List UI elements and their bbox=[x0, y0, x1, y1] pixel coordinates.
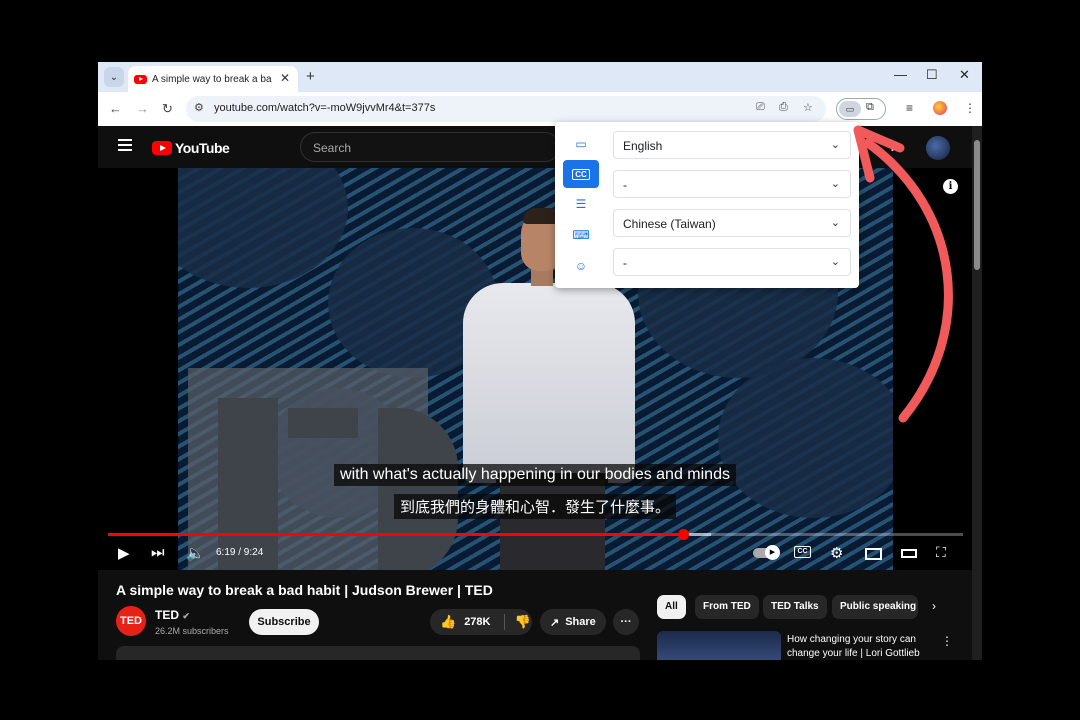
cast-icon[interactable]: ⎚ bbox=[756, 101, 765, 114]
subscriber-count: 26.2M subscribers bbox=[155, 626, 229, 636]
recommendation-title[interactable]: How changing your story can change your … bbox=[787, 633, 937, 660]
browser-menu-icon[interactable]: ⋮ bbox=[964, 101, 976, 115]
extension-button-group: ▭ ⧉ bbox=[836, 98, 886, 120]
address-bar[interactable]: ⚙ youtube.com/watch?v=-moW9jvvMr4&t=377s… bbox=[186, 96, 826, 122]
description-box[interactable] bbox=[116, 646, 640, 660]
url-text: youtube.com/watch?v=-moW9jvvMr4&t=377s bbox=[214, 102, 436, 114]
chevron-down-icon: ⌄ bbox=[830, 139, 840, 151]
time-display: 6:19 / 9:24 bbox=[216, 547, 264, 558]
youtube-avatar[interactable] bbox=[926, 136, 950, 160]
forward-icon[interactable]: → bbox=[136, 101, 149, 116]
chevron-down-icon: ⌄ bbox=[830, 256, 840, 268]
miniplayer-icon[interactable] bbox=[865, 548, 882, 560]
share-button[interactable]: ↗ Share bbox=[540, 609, 606, 635]
tab-title: A simple way to break a bad habit | Juds… bbox=[152, 73, 272, 85]
video-title: A simple way to break a bad habit | Juds… bbox=[116, 582, 493, 598]
person-icon[interactable]: ☺ bbox=[563, 252, 599, 280]
bookmark-star-icon[interactable]: ☆ bbox=[803, 101, 813, 114]
progress-bar[interactable] bbox=[108, 529, 963, 540]
back-icon[interactable]: ← bbox=[109, 101, 122, 116]
extensions-puzzle-icon[interactable]: ⧉ bbox=[866, 101, 874, 114]
reading-list-icon[interactable]: ≡ bbox=[906, 101, 913, 115]
cc-button[interactable]: CC bbox=[794, 546, 811, 558]
browser-window: ⌄ A simple way to break a bad habit | Ju… bbox=[98, 62, 982, 660]
channel-avatar[interactable]: TED bbox=[116, 606, 146, 636]
browser-tab[interactable]: A simple way to break a bad habit | Juds… bbox=[128, 66, 298, 92]
site-info-icon[interactable]: ⚙ bbox=[194, 101, 204, 114]
recommendation-thumbnail[interactable] bbox=[657, 631, 781, 660]
share-icon: ↗ bbox=[550, 616, 560, 629]
fullscreen-icon[interactable]: ⛶ bbox=[936, 544, 946, 561]
youtube-logo[interactable]: YouTube bbox=[152, 140, 230, 156]
subtitle-extension-popup: ▭ CC ☰ ⌨ ☺ English ⌄ - ⌄ Chinese (Taiwan) ⌄… bbox=[555, 122, 859, 288]
sliders-icon[interactable]: ☰ bbox=[563, 190, 599, 218]
chevron-down-icon: ⌄ bbox=[830, 217, 840, 229]
progress-scrubber[interactable] bbox=[677, 529, 689, 540]
more-actions-button[interactable]: ··· bbox=[613, 609, 639, 635]
notifications-bell-icon[interactable]: ♪ bbox=[890, 138, 897, 154]
secondary-language-select[interactable]: Chinese (Taiwan) ⌄ bbox=[613, 209, 851, 237]
chip-from-ted[interactable]: From TED bbox=[695, 595, 759, 619]
search-input[interactable]: Search bbox=[300, 132, 560, 162]
minimize-button[interactable]: — bbox=[894, 67, 907, 82]
primary-variant-select[interactable]: - ⌄ bbox=[613, 170, 851, 198]
info-icon[interactable]: i bbox=[943, 179, 958, 194]
cc-icon[interactable]: CC bbox=[563, 160, 599, 188]
close-window-button[interactable]: ✕ bbox=[959, 67, 970, 83]
verified-icon: ✔ bbox=[182, 611, 190, 621]
tab-search-icon[interactable]: ⌄ bbox=[104, 67, 124, 87]
chevron-down-icon: ⌄ bbox=[830, 178, 840, 190]
speaker bbox=[463, 283, 635, 483]
profile-avatar-icon[interactable] bbox=[933, 101, 947, 115]
tab-strip: ⌄ A simple way to break a bad habit | Ju… bbox=[98, 62, 982, 92]
page-scrollbar[interactable] bbox=[972, 126, 982, 660]
channel-name[interactable]: TED ✔ bbox=[155, 608, 190, 622]
subtitle-chinese: 到底我們的身體和心智．發生了什麼事。 bbox=[393, 494, 676, 519]
primary-language-select[interactable]: English ⌄ bbox=[613, 131, 851, 159]
recommendation-menu-icon[interactable]: ⋮ bbox=[941, 634, 953, 648]
browser-toolbar: ← → ↻ ⚙ youtube.com/watch?v=-moW9jvvMr4&… bbox=[98, 92, 982, 126]
progress-played bbox=[108, 533, 683, 536]
tab-close-icon[interactable]: ✕ bbox=[280, 71, 290, 85]
like-icon[interactable]: 👍 bbox=[440, 614, 456, 630]
new-tab-button[interactable]: + bbox=[306, 68, 315, 85]
keyboard-icon[interactable]: ⌨ bbox=[563, 221, 599, 249]
translate-icon[interactable]: ⎙ bbox=[779, 101, 788, 114]
play-icon[interactable]: ▶ bbox=[118, 544, 130, 562]
subtitles-icon[interactable]: ▭ bbox=[563, 130, 599, 158]
chip-all[interactable]: All bbox=[657, 595, 686, 619]
hamburger-menu-icon[interactable] bbox=[118, 139, 132, 154]
volume-icon[interactable]: 🔈 bbox=[186, 544, 205, 562]
secondary-variant-select[interactable]: - ⌄ bbox=[613, 248, 851, 276]
like-dislike-group: 👍 278K 👎 bbox=[430, 609, 532, 635]
next-icon[interactable]: ⏭ bbox=[151, 544, 165, 561]
theater-mode-icon[interactable] bbox=[901, 549, 917, 558]
chips-next-icon[interactable]: › bbox=[932, 599, 936, 613]
dislike-icon[interactable]: 👎 bbox=[514, 614, 530, 630]
settings-gear-icon[interactable]: ⚙ bbox=[830, 544, 843, 562]
chip-ted-talks[interactable]: TED Talks bbox=[763, 595, 827, 619]
subtitle-extension-icon[interactable]: ▭ bbox=[839, 101, 861, 117]
chip-public-speaking[interactable]: Public speaking bbox=[832, 595, 918, 619]
youtube-favicon-icon bbox=[134, 74, 147, 84]
reload-icon[interactable]: ↻ bbox=[162, 101, 173, 117]
maximize-button[interactable]: ☐ bbox=[926, 67, 938, 83]
autoplay-toggle[interactable] bbox=[753, 545, 780, 560]
like-count[interactable]: 278K bbox=[464, 616, 490, 628]
youtube-logo-icon bbox=[152, 141, 172, 155]
subscribe-button[interactable]: Subscribe bbox=[249, 609, 319, 635]
subtitle-english: with what's actually happening in our bo… bbox=[334, 464, 736, 486]
